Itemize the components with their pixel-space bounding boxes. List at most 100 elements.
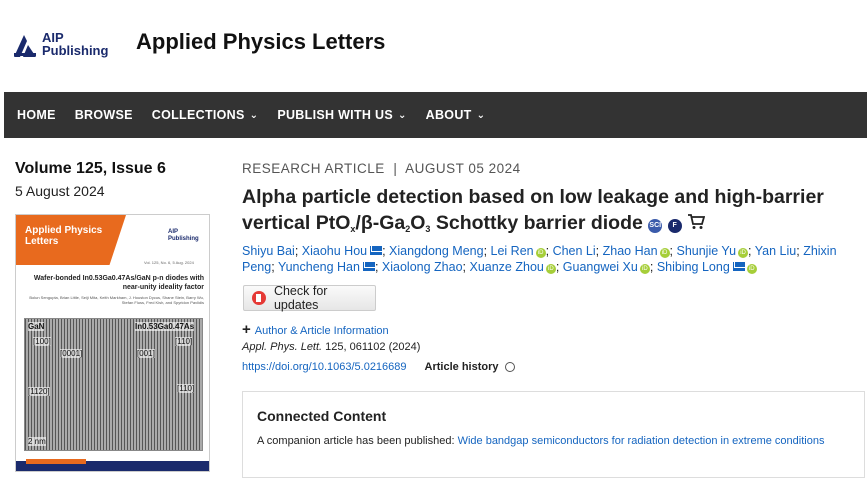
- connected-content-title: Connected Content: [257, 408, 387, 424]
- cover-volume-line: Vol. 125, No. 6, 5 Aug. 2024: [144, 260, 194, 265]
- nav-browse-label: BROWSE: [74, 108, 133, 122]
- orcid-icon[interactable]: iD: [535, 248, 546, 258]
- author-link[interactable]: Shibing Long: [657, 260, 730, 274]
- chevron-down-icon: ⌄: [397, 109, 407, 121]
- plus-icon: +: [242, 321, 251, 338]
- author-list: Shiyu Bai; Xiaohu Hou; Xiangdong Meng; L…: [242, 243, 842, 275]
- main-nav: HOME BROWSE COLLECTIONS ⌄ PUBLISH WITH US…: [4, 92, 867, 138]
- cover-authors: Bolun Sengupta, Brian Little, Seiji Mita…: [29, 295, 204, 305]
- mail-icon[interactable]: [370, 246, 383, 255]
- article-date: AUGUST 05 2024: [405, 161, 521, 176]
- aip-logo-icon: [12, 33, 38, 59]
- check-updates-label: Check for updates: [273, 284, 328, 312]
- article-type-line: RESEARCH ARTICLE | AUGUST 05 2024: [242, 161, 521, 176]
- author-link[interactable]: Xiangdong Meng: [389, 244, 484, 258]
- nav-about[interactable]: ABOUT ⌄: [426, 108, 486, 122]
- orcid-icon[interactable]: iD: [639, 264, 650, 274]
- author-separator: ;: [555, 260, 563, 274]
- author-link[interactable]: Zhao Han: [603, 244, 658, 258]
- cover-label-dir2: [0001]: [60, 349, 83, 358]
- nav-browse[interactable]: BROWSE: [75, 108, 133, 122]
- cover-label-dir5: [1120]: [28, 387, 50, 396]
- connected-content-text: A companion article has been published: …: [257, 434, 837, 449]
- nav-about-label: ABOUT: [425, 108, 472, 122]
- issue-date: 5 August 2024: [15, 183, 105, 199]
- citation: Appl. Phys. Lett. 125, 061102 (2024): [242, 341, 420, 353]
- site-header: AIP Publishing Applied Physics Letters: [0, 0, 867, 92]
- orcid-icon[interactable]: iD: [659, 248, 670, 258]
- cart-icon[interactable]: [687, 211, 706, 237]
- journal-title[interactable]: Applied Physics Letters: [136, 29, 385, 55]
- aip-logo[interactable]: AIP Publishing: [12, 31, 108, 59]
- mail-icon[interactable]: [362, 262, 375, 271]
- author-link[interactable]: Shunjie Yu: [676, 244, 736, 258]
- cover-label-dir6: [110]: [177, 384, 195, 393]
- orcid-icon[interactable]: iD: [545, 264, 556, 274]
- citation-journal: Appl. Phys. Lett.: [242, 341, 323, 353]
- cover-label-gan: GaN: [28, 322, 45, 331]
- mail-icon[interactable]: [732, 262, 745, 271]
- author-separator: ;: [374, 260, 382, 274]
- companion-article-link[interactable]: Wide bandgap semiconductors for radiatio…: [458, 435, 825, 447]
- chevron-down-icon: ⌄: [249, 109, 259, 121]
- cover-label-dir4: [110]: [175, 337, 193, 346]
- author-link[interactable]: Yan Liu: [755, 244, 796, 258]
- cover-journal: Applied Physics Letters: [25, 225, 103, 247]
- article-history-label: Article history: [424, 361, 499, 373]
- article-title: Alpha particle detection based on low le…: [242, 184, 842, 242]
- author-link[interactable]: Yuncheng Han: [278, 260, 360, 274]
- cover-headline: Wafer-bonded In0.53Ga0.47As/GaN p-n diod…: [33, 275, 204, 291]
- cover-micrograph: GaN In0.53Ga0.47As [100] [0001] [001] [1…: [24, 318, 203, 451]
- nav-collections[interactable]: COLLECTIONS ⌄: [152, 108, 259, 122]
- author-separator: ;: [271, 260, 278, 274]
- cover-label-ingaas: In0.53Ga0.47As: [135, 322, 195, 331]
- author-separator: ;: [595, 244, 603, 258]
- author-separator: ;: [483, 244, 491, 258]
- cover-label-dir3: [001]: [137, 349, 155, 358]
- type-separator: |: [389, 161, 402, 176]
- doi-row: https://doi.org/10.1063/5.0216689 Articl…: [242, 361, 515, 373]
- author-separator: ;: [748, 244, 755, 258]
- nav-publish[interactable]: PUBLISH WITH US ⌄: [277, 108, 406, 122]
- author-separator: ;: [545, 244, 553, 258]
- author-link[interactable]: Lei Ren: [491, 244, 534, 258]
- nav-collections-label: COLLECTIONS: [151, 108, 245, 122]
- citation-details: 125, 061102 (2024): [322, 341, 421, 353]
- cover-logo: AIP Publishing: [168, 229, 199, 242]
- issue-cover[interactable]: Applied Physics Letters AIP Publishing V…: [15, 214, 210, 472]
- logo-line2: Publishing: [42, 43, 109, 58]
- orcid-icon[interactable]: iD: [746, 264, 757, 274]
- clock-icon: [504, 362, 515, 372]
- author-link[interactable]: Shiyu Bai: [242, 244, 295, 258]
- title-part2: Schottky barrier diode: [430, 212, 643, 234]
- title-slash: /β-Ga: [355, 212, 406, 234]
- author-link[interactable]: Chen Li: [553, 244, 596, 258]
- author-link[interactable]: Xuanze Zhou: [469, 260, 543, 274]
- author-link[interactable]: Xiaolong Zhao: [382, 260, 463, 274]
- sci-badge-icon[interactable]: SCI: [648, 219, 663, 233]
- author-info-toggle[interactable]: + Author & Article Information: [242, 321, 389, 338]
- cover-footer-tag: [26, 459, 86, 464]
- author-link[interactable]: Guangwei Xu: [563, 260, 638, 274]
- check-for-updates-button[interactable]: Check for updates: [243, 284, 376, 312]
- connected-content-box: Connected Content A companion article ha…: [242, 391, 865, 478]
- article-type: RESEARCH ARTICLE: [242, 161, 385, 176]
- article-history-toggle[interactable]: Article history: [425, 361, 515, 373]
- orcid-icon[interactable]: iD: [738, 248, 749, 258]
- crossmark-icon: [252, 291, 266, 305]
- nav-home[interactable]: HOME: [17, 108, 56, 122]
- nav-publish-label: PUBLISH WITH US: [277, 108, 393, 122]
- author-separator: ;: [382, 244, 390, 258]
- issue-volume[interactable]: Volume 125, Issue 6: [15, 160, 166, 178]
- author-separator: ;: [294, 244, 302, 258]
- author-link[interactable]: Xiaohu Hou: [302, 244, 367, 258]
- nav-home-label: HOME: [17, 108, 56, 122]
- author-info-label: Author & Article Information: [254, 325, 389, 337]
- cover-label-scale: 2 nm: [28, 437, 46, 446]
- chevron-down-icon: ⌄: [476, 109, 486, 121]
- title-o: O: [410, 212, 426, 234]
- doi-link[interactable]: https://doi.org/10.1063/5.0216689: [242, 361, 407, 373]
- cover-label-dir1: [100]: [33, 337, 51, 346]
- author-separator: ;: [649, 260, 657, 274]
- featured-badge-icon[interactable]: F: [667, 219, 682, 233]
